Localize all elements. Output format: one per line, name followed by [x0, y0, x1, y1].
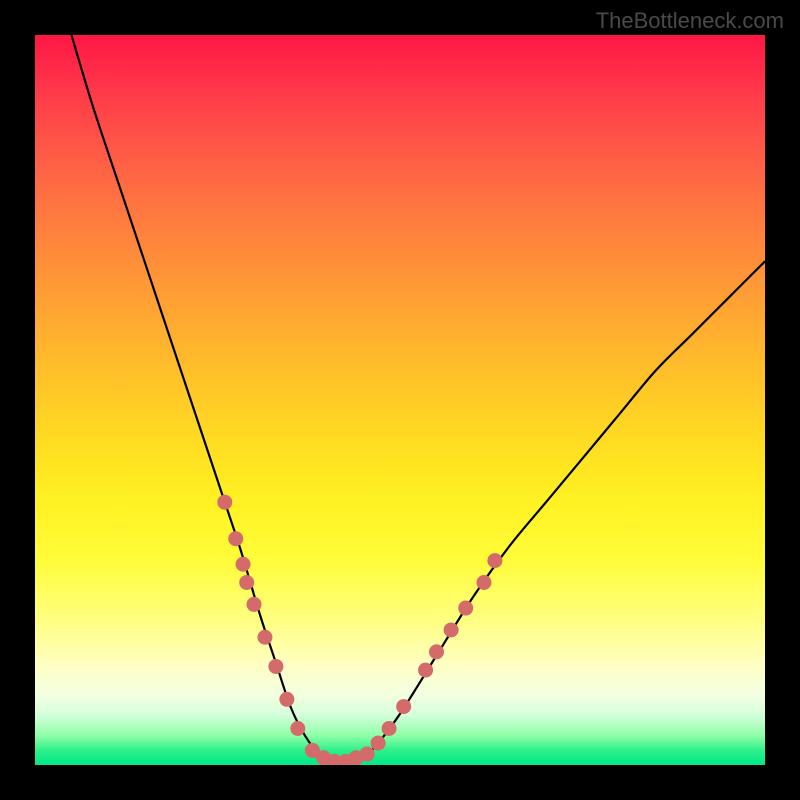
marker-point: [487, 553, 502, 568]
marker-point: [476, 575, 491, 590]
marker-point: [290, 721, 305, 736]
marker-point: [228, 531, 243, 546]
marker-group: [217, 495, 502, 765]
marker-point: [418, 663, 433, 678]
marker-point: [360, 747, 375, 762]
marker-point: [429, 644, 444, 659]
marker-point: [257, 630, 272, 645]
marker-point: [382, 721, 397, 736]
chart-svg: [35, 35, 765, 765]
marker-point: [268, 659, 283, 674]
marker-point: [396, 699, 411, 714]
marker-point: [371, 736, 386, 751]
bottleneck-curve: [72, 35, 766, 762]
marker-point: [217, 495, 232, 510]
marker-point: [247, 597, 262, 612]
watermark-text: TheBottleneck.com: [596, 8, 784, 34]
marker-point: [444, 622, 459, 637]
marker-point: [458, 601, 473, 616]
marker-point: [279, 692, 294, 707]
marker-point: [239, 575, 254, 590]
marker-point: [236, 557, 251, 572]
plot-area: [35, 35, 765, 765]
